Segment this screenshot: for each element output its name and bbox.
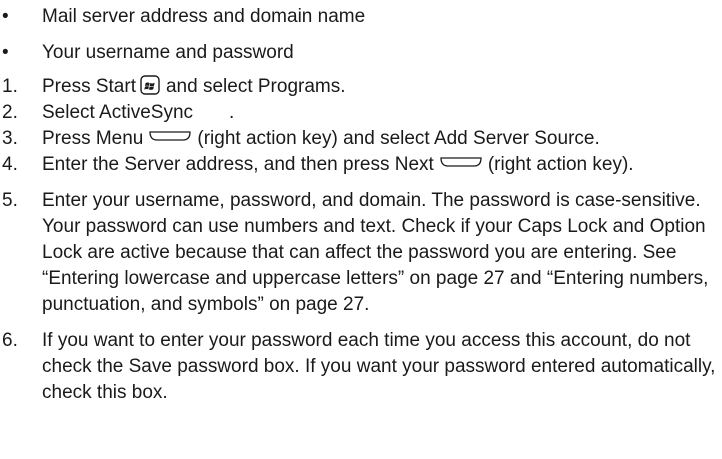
step-number: 6.	[2, 330, 18, 351]
step-text-part: Enter the Server address, and then press…	[42, 154, 434, 175]
step-text-part: Select ActiveSync	[42, 102, 194, 123]
bullet-mark: •	[2, 6, 9, 27]
step-text: Press Start and select Programs.	[42, 74, 718, 100]
list-item: • Your username and password	[2, 40, 702, 66]
step-3: 3. Press Menu (right action key) and sel…	[2, 126, 718, 152]
right-action-key-icon	[440, 157, 482, 167]
step-number: 3.	[2, 128, 18, 149]
step-text-part: (right action key).	[487, 154, 634, 175]
step-number: 2.	[2, 102, 18, 123]
step-text: Enter your username, password, and domai…	[42, 190, 709, 315]
step-2: 2. Select ActiveSync.	[2, 100, 718, 126]
step-text-part: Press Start	[42, 76, 136, 97]
step-number: 1.	[2, 76, 18, 97]
list-item: • Mail server address and domain name	[2, 4, 702, 30]
step-text-part: and select Programs.	[165, 76, 346, 97]
step-1: 1. Press Start and select Programs.	[2, 74, 718, 100]
step-text: Select ActiveSync.	[42, 100, 718, 126]
bullet-list: • Mail server address and domain name • …	[2, 4, 702, 76]
step-5: 5. Enter your username, password, and do…	[2, 188, 718, 318]
step-number: 5.	[2, 190, 18, 211]
step-number: 4.	[2, 154, 18, 175]
right-action-key-icon	[149, 131, 192, 141]
step-text-part: (right action key) and select Add Server…	[197, 128, 600, 149]
step-text: Enter the Server address, and then press…	[42, 152, 718, 178]
document-page: • Mail server address and domain name • …	[0, 0, 722, 459]
step-text-part: .	[229, 102, 235, 123]
bullet-mark: •	[2, 42, 9, 63]
bullet-text: Your username and password	[42, 42, 294, 63]
bullet-text: Mail server address and domain name	[42, 6, 366, 27]
step-text-part: Press Menu	[42, 128, 144, 149]
step-text: Press Menu (right action key) and select…	[42, 126, 718, 152]
numbered-steps: 1. Press Start and select Programs. 2. S…	[2, 74, 718, 406]
step-4: 4. Enter the Server address, and then pr…	[2, 152, 718, 178]
step-6: 6. If you want to enter your password ea…	[2, 328, 718, 406]
windows-start-icon	[140, 75, 160, 95]
step-text: If you want to enter your password each …	[42, 330, 716, 403]
